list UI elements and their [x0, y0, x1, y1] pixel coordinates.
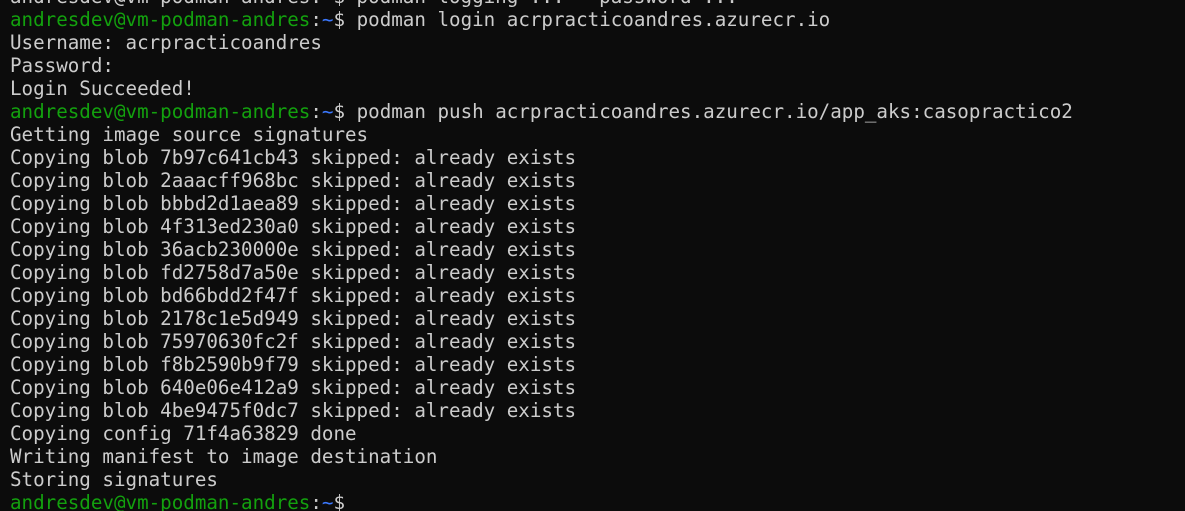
command-text: podman push acrpracticoandres.azurecr.io…: [345, 100, 1073, 123]
terminal-output-line: Copying blob 640e06e412a9 skipped: alrea…: [10, 376, 577, 399]
terminal-output-line: Writing manifest to image destination: [10, 445, 438, 468]
terminal-prompt-line: andresdev@vm-podman-andres:~$ podman pus…: [10, 100, 1073, 123]
prompt-colon: :: [310, 8, 322, 31]
terminal-output-line: Getting image source signatures: [10, 123, 369, 146]
terminal-output-line: Copying blob 4f313ed230a0 skipped: alrea…: [10, 215, 577, 238]
terminal-window[interactable]: andresdev@vm-podman-andres:~$ podman log…: [0, 0, 1185, 511]
terminal-output-line: Copying blob 2aaacff968bc skipped: alrea…: [10, 169, 577, 192]
prompt-symbol: $: [333, 8, 346, 31]
terminal-output-line: Copying blob 36acb230000e skipped: alrea…: [10, 238, 577, 261]
terminal-output-line: Copying blob bd66bdd2f47f skipped: alrea…: [10, 284, 577, 307]
terminal-output-line: Username: acrpracticoandres: [10, 31, 322, 54]
terminal-output-line: Copying blob 4be9475f0dc7 skipped: alrea…: [10, 399, 577, 422]
terminal-output: andresdev@vm-podman-andres:~$ podman log…: [10, 0, 1073, 511]
terminal-output-line: Storing signatures: [10, 468, 218, 491]
terminal-output-line: Copying blob 7b97c641cb43 skipped: alrea…: [10, 146, 577, 169]
terminal-output-line: Password:: [10, 54, 114, 77]
prompt-colon: :: [310, 100, 322, 123]
terminal-output-line: Copying blob 75970630fc2f skipped: alrea…: [10, 330, 577, 353]
prompt-path: ~: [321, 491, 334, 511]
prompt-user-host: andresdev@vm-podman-andres: [10, 8, 311, 31]
terminal-output-line: Copying blob 2178c1e5d949 skipped: alrea…: [10, 307, 577, 330]
prompt-symbol: $: [333, 491, 346, 511]
command-text: podman login acrpracticoandres.azurecr.i…: [345, 8, 831, 31]
terminal-output-line: Copying blob fd2758d7a50e skipped: alrea…: [10, 261, 577, 284]
text-cursor[interactable]: [345, 493, 357, 511]
terminal-output-line: Login Succeeded!: [10, 77, 195, 100]
terminal-line-partial: andresdev@vm-podman-andres:~$ podman log…: [10, 0, 1073, 8]
terminal-prompt-line: andresdev@vm-podman-andres:~$ podman log…: [10, 8, 1073, 31]
prompt-path: ~: [321, 8, 334, 31]
terminal-output-line: Copying blob f8b2590b9f79 skipped: alrea…: [10, 353, 577, 376]
prompt-colon: :: [310, 491, 322, 511]
terminal-active-prompt: andresdev@vm-podman-andres:~$: [10, 491, 1073, 511]
terminal-output-line: Copying blob bbbd2d1aea89 skipped: alrea…: [10, 192, 577, 215]
prompt-symbol: $: [333, 100, 346, 123]
terminal-output-line: Copying config 71f4a63829 done: [10, 422, 357, 445]
prompt-user-host: andresdev@vm-podman-andres: [10, 491, 311, 511]
prompt-user-host: andresdev@vm-podman-andres: [10, 100, 311, 123]
prompt-path: ~: [321, 100, 334, 123]
